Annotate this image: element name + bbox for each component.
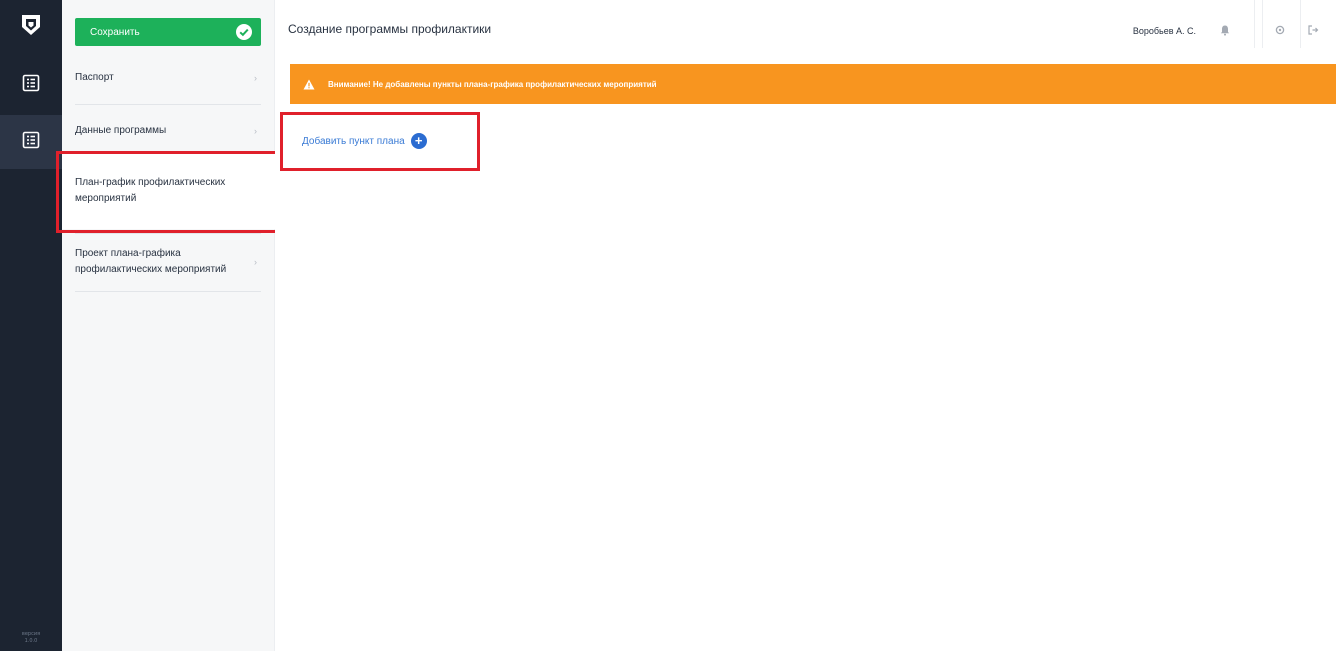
sidebar-item-program-data[interactable]: Данные программы › xyxy=(75,119,261,143)
sidebar-item-label: Паспорт xyxy=(75,72,114,83)
version-label: версия 1.0.0 xyxy=(0,631,62,645)
rail-item-programs[interactable] xyxy=(0,115,62,169)
exit-icon[interactable] xyxy=(1302,19,1324,41)
sidebar-item-label: Данные программы xyxy=(75,125,167,136)
plus-circle-icon: + xyxy=(410,133,427,149)
sidebar-item-label: Проект плана-графика профилактических ме… xyxy=(75,248,227,275)
divider xyxy=(75,233,261,234)
chevron-right-icon: › xyxy=(254,73,257,83)
top-bar: Создание программы профилактики Воробьев… xyxy=(275,0,1339,58)
list-document-icon xyxy=(22,131,40,154)
sidebar-item-plan-draft[interactable]: Проект плана-графика профилактических ме… xyxy=(75,242,261,282)
save-button-label: Сохранить xyxy=(90,26,140,38)
sidebar-item-plan-schedule[interactable]: План-график профилактических мероприятий xyxy=(62,153,275,229)
shield-logo-icon[interactable] xyxy=(19,13,43,37)
sidebar-item-passport[interactable]: Паспорт › xyxy=(75,66,261,90)
gear-icon[interactable] xyxy=(1269,19,1291,41)
save-button[interactable]: Сохранить xyxy=(75,18,261,46)
app-window: версия 1.0.0 Сохранить Паспорт › Данные … xyxy=(0,0,1339,651)
version-caption: версия xyxy=(21,631,41,637)
main-content: Создание программы профилактики Воробьев… xyxy=(275,0,1339,651)
chevron-right-icon: › xyxy=(254,257,257,267)
divider xyxy=(1254,0,1255,48)
warning-icon xyxy=(302,77,316,91)
rail-item-documents[interactable] xyxy=(0,58,62,112)
user-name[interactable]: Воробьев А. С. xyxy=(1133,26,1196,36)
bell-icon[interactable] xyxy=(1214,19,1236,41)
chevron-right-icon: › xyxy=(254,126,257,136)
divider xyxy=(75,291,261,292)
page-title: Создание программы профилактики xyxy=(288,22,492,36)
warning-banner: Внимание! Не добавлены пункты плана-граф… xyxy=(290,64,1336,104)
divider xyxy=(1262,0,1263,48)
sidebar-item-label: План-график профилактических мероприятий xyxy=(75,177,226,204)
warning-message: Внимание! Не добавлены пункты плана-граф… xyxy=(328,79,657,89)
divider xyxy=(75,104,261,105)
add-plan-item-label: Добавить пункт плана xyxy=(302,135,405,147)
section-sidebar: Сохранить Паспорт › Данные программы › П… xyxy=(56,0,281,651)
check-circle-icon xyxy=(236,24,252,40)
version-number: 1.0.0 xyxy=(24,638,38,644)
add-plan-item-button[interactable]: Добавить пункт плана + xyxy=(302,133,427,149)
list-document-icon xyxy=(22,74,40,97)
left-rail: версия 1.0.0 xyxy=(0,0,62,651)
divider xyxy=(1300,0,1301,48)
